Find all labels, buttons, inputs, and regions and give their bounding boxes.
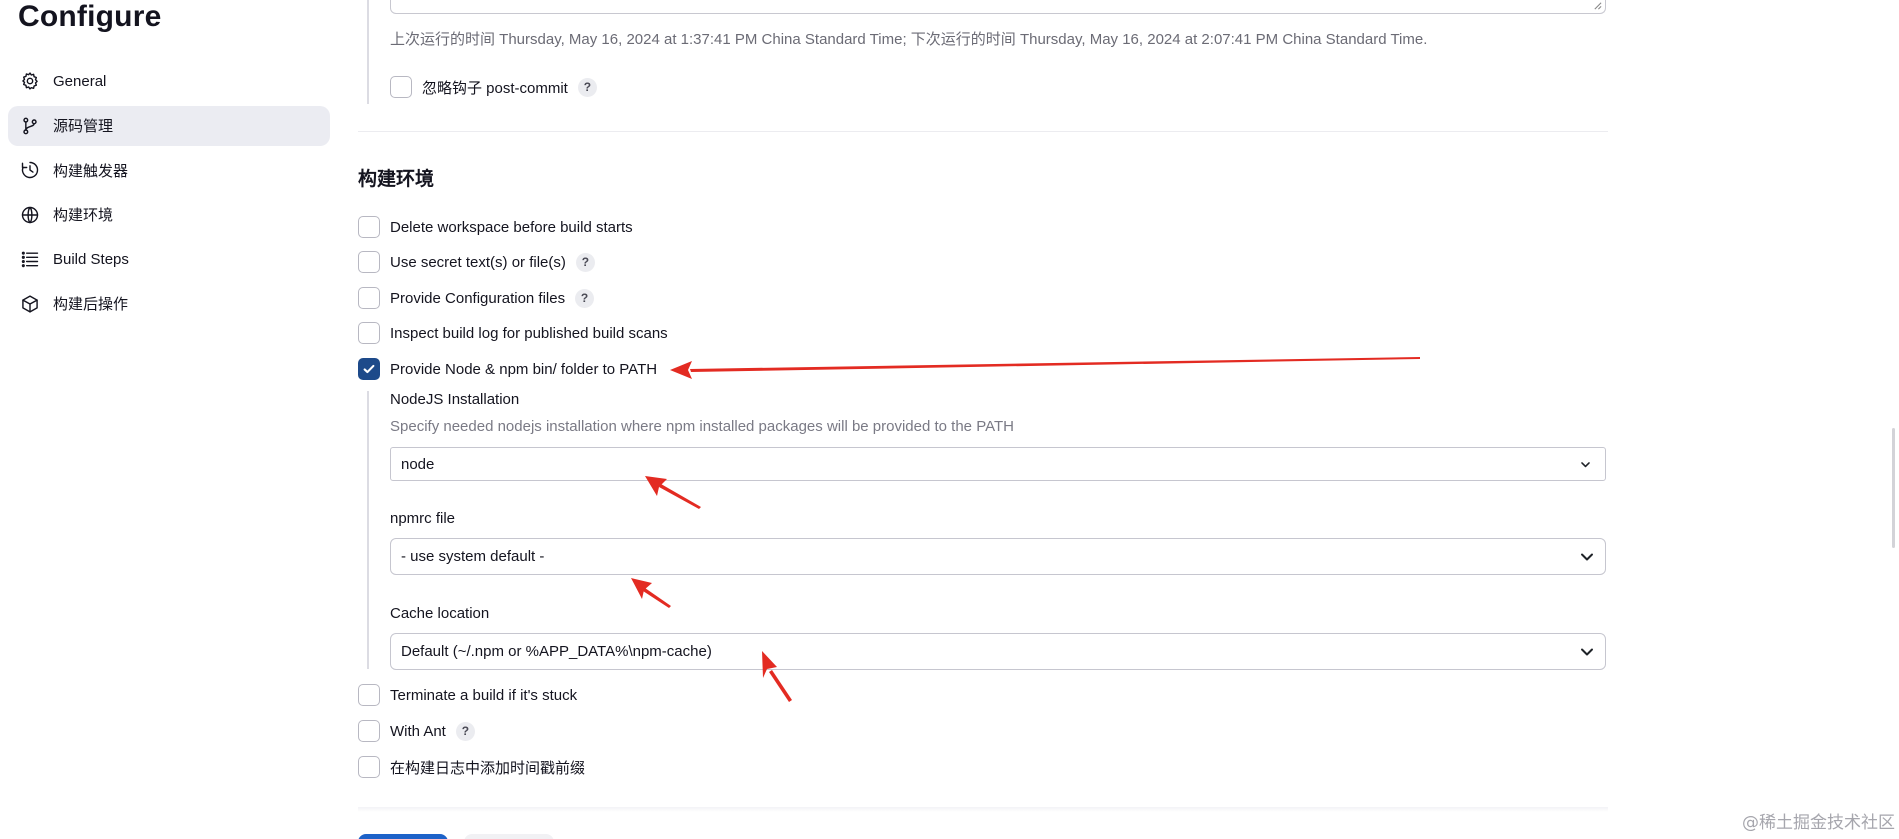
save-button[interactable] bbox=[358, 834, 448, 839]
cache-location-label: Cache location bbox=[390, 605, 490, 622]
watermark: @稀土掘金技术社区 bbox=[1742, 813, 1895, 833]
sidebar-item-build-triggers[interactable]: 构建触发器 bbox=[8, 150, 330, 190]
apply-button[interactable] bbox=[464, 834, 554, 839]
terminate-stuck-checkbox[interactable] bbox=[358, 684, 380, 706]
section-divider bbox=[358, 131, 1608, 132]
config-files-checkbox[interactable] bbox=[358, 287, 380, 309]
option-with-ant: With Ant ? bbox=[358, 720, 475, 742]
provide-node-checkbox[interactable] bbox=[358, 358, 380, 380]
sidebar-item-general[interactable]: General bbox=[8, 61, 330, 101]
chevron-down-icon bbox=[1580, 457, 1594, 471]
checkmark-icon bbox=[363, 364, 375, 374]
option-provide-node: Provide Node & npm bin/ folder to PATH bbox=[358, 358, 657, 380]
chevron-down-icon bbox=[1580, 645, 1594, 659]
timestamp-prefix-checkbox[interactable] bbox=[358, 756, 380, 778]
sidebar-item-label: 源码管理 bbox=[53, 118, 114, 136]
ignore-post-commit-checkbox[interactable] bbox=[390, 76, 412, 98]
node-options-indent-line bbox=[367, 391, 369, 669]
sidebar-item-label: Build Steps bbox=[53, 250, 129, 268]
option-label: With Ant bbox=[390, 722, 446, 740]
option-timestamp-prefix: 在构建日志中添加时间戳前缀 bbox=[358, 756, 585, 778]
sidebar-item-source-control[interactable]: 源码管理 bbox=[8, 105, 330, 146]
option-delete-workspace: Delete workspace before build starts bbox=[358, 216, 633, 238]
section-indent-line bbox=[367, 0, 369, 104]
list-icon bbox=[19, 248, 41, 270]
resize-grip-icon[interactable] bbox=[1593, 1, 1602, 10]
schedule-info-text: 上次运行的时间 Thursday, May 16, 2024 at 1:37:4… bbox=[390, 31, 1428, 48]
option-label: Provide Node & npm bin/ folder to PATH bbox=[390, 360, 658, 378]
select-value: - use system default - bbox=[401, 548, 545, 565]
sidebar-item-build-environment[interactable]: 构建环境 bbox=[8, 195, 330, 235]
ignore-post-commit-option: 忽略钩子 post-commit ? bbox=[390, 76, 597, 98]
cube-icon bbox=[19, 293, 41, 315]
help-icon[interactable]: ? bbox=[455, 721, 475, 741]
sidebar-item-build-steps[interactable]: Build Steps bbox=[8, 239, 330, 279]
option-inspect-build-log: Inspect build log for published build sc… bbox=[358, 322, 668, 344]
secret-text-checkbox[interactable] bbox=[358, 251, 380, 273]
option-label: Use secret text(s) or file(s) bbox=[390, 253, 566, 271]
help-icon[interactable]: ? bbox=[575, 252, 595, 272]
sidebar-item-label: General bbox=[53, 72, 107, 90]
npmrc-file-select[interactable]: - use system default - bbox=[390, 538, 1606, 575]
clock-icon bbox=[19, 159, 41, 181]
help-icon[interactable]: ? bbox=[575, 288, 595, 308]
sidebar-item-label: 构建触发器 bbox=[53, 162, 129, 180]
option-label: Provide Configuration files bbox=[390, 289, 566, 307]
select-value: node bbox=[401, 455, 435, 473]
select-value: Default (~/.npm or %APP_DATA%\npm-cache) bbox=[401, 643, 712, 660]
npmrc-file-label: npmrc file bbox=[390, 510, 456, 527]
option-label: 在构建日志中添加时间戳前缀 bbox=[390, 759, 586, 777]
sidebar-item-post-build[interactable]: 构建后操作 bbox=[8, 284, 330, 324]
option-label: Terminate a build if it's stuck bbox=[390, 686, 578, 704]
option-label: Delete workspace before build starts bbox=[390, 218, 633, 236]
gear-icon bbox=[19, 70, 41, 92]
globe-icon bbox=[19, 204, 41, 226]
option-secret-text: Use secret text(s) or file(s) ? bbox=[358, 251, 595, 273]
option-config-files: Provide Configuration files ? bbox=[358, 287, 595, 309]
chevron-down-icon bbox=[1580, 550, 1594, 564]
bottom-bar-shadow bbox=[358, 807, 1608, 812]
with-ant-checkbox[interactable] bbox=[358, 720, 380, 742]
delete-workspace-checkbox[interactable] bbox=[358, 216, 380, 238]
section-title-build-env: 构建环境 bbox=[358, 169, 435, 190]
page-scrollbar[interactable] bbox=[1892, 428, 1895, 548]
help-icon[interactable]: ? bbox=[577, 77, 597, 97]
nodejs-installation-label: NodeJS Installation bbox=[390, 391, 520, 408]
ignore-post-commit-label: 忽略钩子 post-commit bbox=[422, 79, 568, 97]
schedule-textarea[interactable] bbox=[390, 0, 1606, 14]
inspect-build-log-checkbox[interactable] bbox=[358, 322, 380, 344]
git-branch-icon bbox=[19, 115, 41, 137]
sidebar: General 源码管理 构建触发器 构建环境 Build Steps 构建后操… bbox=[8, 61, 330, 329]
cache-location-select[interactable]: Default (~/.npm or %APP_DATA%\npm-cache) bbox=[390, 633, 1606, 670]
nodejs-installation-select[interactable]: node bbox=[390, 447, 1606, 481]
main-content: 上次运行的时间 Thursday, May 16, 2024 at 1:37:4… bbox=[358, 0, 1608, 839]
option-label: Inspect build log for published build sc… bbox=[390, 324, 668, 342]
option-terminate-stuck: Terminate a build if it's stuck bbox=[358, 684, 577, 706]
nodejs-installation-description: Specify needed nodejs installation where… bbox=[390, 418, 1014, 435]
sidebar-item-label: 构建环境 bbox=[53, 207, 114, 225]
page-title: Configure bbox=[18, 0, 162, 33]
sidebar-item-label: 构建后操作 bbox=[53, 296, 129, 314]
